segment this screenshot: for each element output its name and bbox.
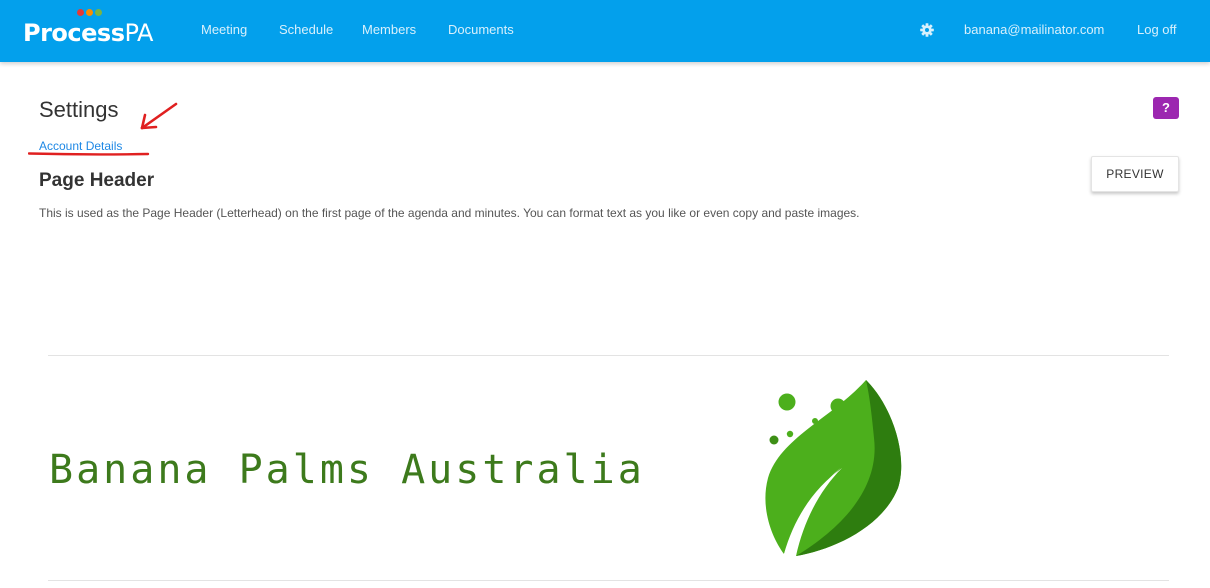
letterhead-company-name[interactable]: Banana Palms Australia xyxy=(49,447,645,493)
letterhead-bottom-divider xyxy=(48,580,1169,581)
annotation-arrow-icon xyxy=(140,102,178,130)
logo-dot-red xyxy=(77,9,84,16)
nav-documents-link[interactable]: Documents xyxy=(448,22,514,38)
annotation-underline xyxy=(28,152,150,156)
user-email-link[interactable]: banana@mailinator.com xyxy=(964,22,1104,38)
logo-text: ProcessPA xyxy=(23,20,153,46)
nav-meeting-link[interactable]: Meeting xyxy=(201,22,247,38)
gear-icon[interactable] xyxy=(919,22,935,38)
section-description: This is used as the Page Header (Letterh… xyxy=(39,206,860,220)
page-title: Settings xyxy=(39,97,119,122)
help-button[interactable]: ? xyxy=(1153,97,1179,119)
preview-button[interactable]: PREVIEW xyxy=(1091,156,1179,192)
logo-dot-green xyxy=(95,9,102,16)
logo-text-bold: Process xyxy=(23,19,125,47)
processpa-logo[interactable]: ProcessPA xyxy=(23,8,173,54)
top-navbar: ProcessPA Meeting Schedule Members Docum… xyxy=(0,0,1210,62)
logo-dots xyxy=(77,9,107,17)
nav-schedule-link[interactable]: Schedule xyxy=(279,22,333,38)
nav-members-link[interactable]: Members xyxy=(362,22,416,38)
leaf-icon xyxy=(765,380,902,556)
logoff-link[interactable]: Log off xyxy=(1137,22,1177,38)
letterhead-top-divider xyxy=(48,355,1169,356)
logo-dot-orange xyxy=(86,9,93,16)
logo-text-thin: PA xyxy=(124,19,154,47)
section-title: Page Header xyxy=(39,170,155,191)
